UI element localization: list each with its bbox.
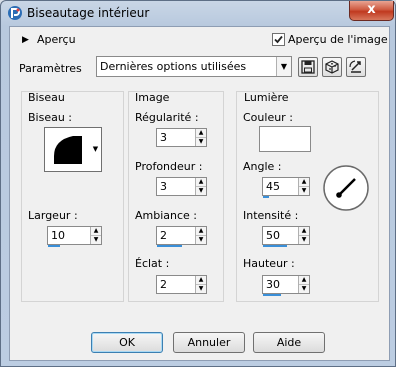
down-arrow-icon[interactable]: ▼: [196, 186, 206, 195]
width-spinbox[interactable]: 10 ▲ ▼: [47, 226, 102, 247]
down-arrow-icon[interactable]: ▼: [299, 235, 309, 244]
angle-spinbox[interactable]: 45 ▲ ▼: [262, 177, 310, 198]
save-preset-button[interactable]: [298, 57, 318, 77]
shininess-spinbox[interactable]: 2 ▲ ▼: [156, 275, 207, 294]
elevation-stepper[interactable]: ▲ ▼: [298, 276, 309, 293]
close-button[interactable]: x: [349, 1, 394, 21]
bevel-group-title: Biseau: [28, 91, 65, 104]
color-label: Couleur :: [243, 111, 293, 124]
elevation-spinbox[interactable]: 30 ▲ ▼: [262, 275, 310, 296]
shininess-label: Éclat :: [135, 257, 170, 270]
app-icon: [8, 6, 22, 20]
cancel-button[interactable]: Annuler: [173, 332, 245, 353]
bevel-dropdown-arrow-icon[interactable]: ▼: [89, 127, 102, 172]
intensity-label: Intensité :: [243, 209, 299, 222]
presets-label: Paramètres: [19, 62, 82, 75]
image-group-title: Image: [135, 91, 170, 104]
angle-level-bar: [263, 196, 269, 198]
restore-button[interactable]: [346, 57, 366, 77]
up-arrow-icon[interactable]: ▲: [91, 227, 101, 235]
ambience-value: 2: [160, 229, 167, 242]
color-swatch[interactable]: [259, 126, 311, 152]
elevation-level-bar: [263, 294, 281, 296]
reset-button[interactable]: [322, 57, 342, 77]
help-button[interactable]: Aide: [253, 332, 325, 353]
depth-label: Profondeur :: [135, 160, 203, 173]
ambience-level-bar: [157, 245, 182, 247]
shininess-stepper[interactable]: ▲ ▼: [195, 276, 206, 293]
intensity-level-bar: [263, 245, 287, 247]
angle-value: 45: [266, 180, 280, 193]
ok-button[interactable]: OK: [91, 332, 163, 353]
preset-dropdown[interactable]: Dernières options utilisées ▼: [96, 56, 292, 77]
preset-value: Dernières options utilisées: [100, 60, 247, 73]
intensity-value: 50: [266, 229, 280, 242]
smoothness-stepper[interactable]: ▲ ▼: [195, 129, 206, 146]
preview-toggle-label[interactable]: Aperçu: [37, 33, 76, 46]
up-arrow-icon[interactable]: ▲: [299, 178, 309, 186]
angle-dial-icon[interactable]: [322, 164, 370, 212]
width-stepper[interactable]: ▲ ▼: [90, 227, 101, 244]
restore-icon: [349, 60, 361, 73]
up-arrow-icon[interactable]: ▲: [299, 227, 309, 235]
width-label: Largeur :: [28, 209, 78, 222]
preview-image-checkbox[interactable]: [272, 33, 285, 46]
ambience-label: Ambiance :: [135, 209, 198, 222]
depth-spinbox[interactable]: 3 ▲ ▼: [156, 177, 207, 196]
shininess-value: 2: [160, 278, 167, 291]
width-value: 10: [51, 229, 65, 242]
up-arrow-icon[interactable]: ▲: [196, 227, 206, 235]
elevation-value: 30: [266, 278, 280, 291]
chevron-down-icon[interactable]: ▼: [276, 57, 291, 76]
down-arrow-icon[interactable]: ▼: [91, 235, 101, 244]
down-arrow-icon[interactable]: ▼: [196, 137, 206, 146]
title-bar[interactable]: Biseautage intérieur x: [1, 1, 395, 26]
up-arrow-icon[interactable]: ▲: [196, 276, 206, 284]
up-arrow-icon[interactable]: ▲: [196, 129, 206, 137]
reset-icon: [325, 60, 339, 74]
ambience-stepper[interactable]: ▲ ▼: [195, 227, 206, 244]
window-title: Biseautage intérieur: [27, 6, 150, 20]
dialog-body: ▶ Aperçu Aperçu de l'image Paramètres De…: [9, 26, 390, 361]
intensity-spinbox[interactable]: 50 ▲ ▼: [262, 226, 310, 247]
angle-stepper[interactable]: ▲ ▼: [298, 178, 309, 195]
up-arrow-icon[interactable]: ▲: [299, 276, 309, 284]
preview-image-label: Aperçu de l'image: [288, 33, 388, 46]
width-level-bar: [48, 245, 60, 247]
down-arrow-icon[interactable]: ▼: [299, 186, 309, 195]
light-group-title: Lumière: [244, 91, 289, 104]
save-preset-icon: [301, 60, 315, 74]
close-icon: x: [367, 2, 376, 17]
intensity-stepper[interactable]: ▲ ▼: [298, 227, 309, 244]
smoothness-spinbox[interactable]: 3 ▲ ▼: [156, 128, 207, 147]
smoothness-label: Régularité :: [135, 111, 199, 124]
elevation-label: Hauteur :: [243, 257, 295, 270]
depth-value: 3: [160, 180, 167, 193]
depth-stepper[interactable]: ▲ ▼: [195, 178, 206, 195]
checkmark-icon: [274, 35, 283, 44]
up-arrow-icon[interactable]: ▲: [196, 178, 206, 186]
dialog-window: Biseautage intérieur x ▶ Aperçu Aperçu d…: [0, 0, 396, 367]
ambience-spinbox[interactable]: 2 ▲ ▼: [156, 226, 207, 247]
angle-label: Angle :: [243, 160, 282, 173]
smoothness-value: 3: [160, 131, 167, 144]
bevel-label: Biseau :: [28, 111, 73, 124]
expand-arrow-icon[interactable]: ▶: [22, 35, 29, 45]
down-arrow-icon[interactable]: ▼: [196, 284, 206, 293]
down-arrow-icon[interactable]: ▼: [196, 235, 206, 244]
down-arrow-icon[interactable]: ▼: [299, 284, 309, 293]
